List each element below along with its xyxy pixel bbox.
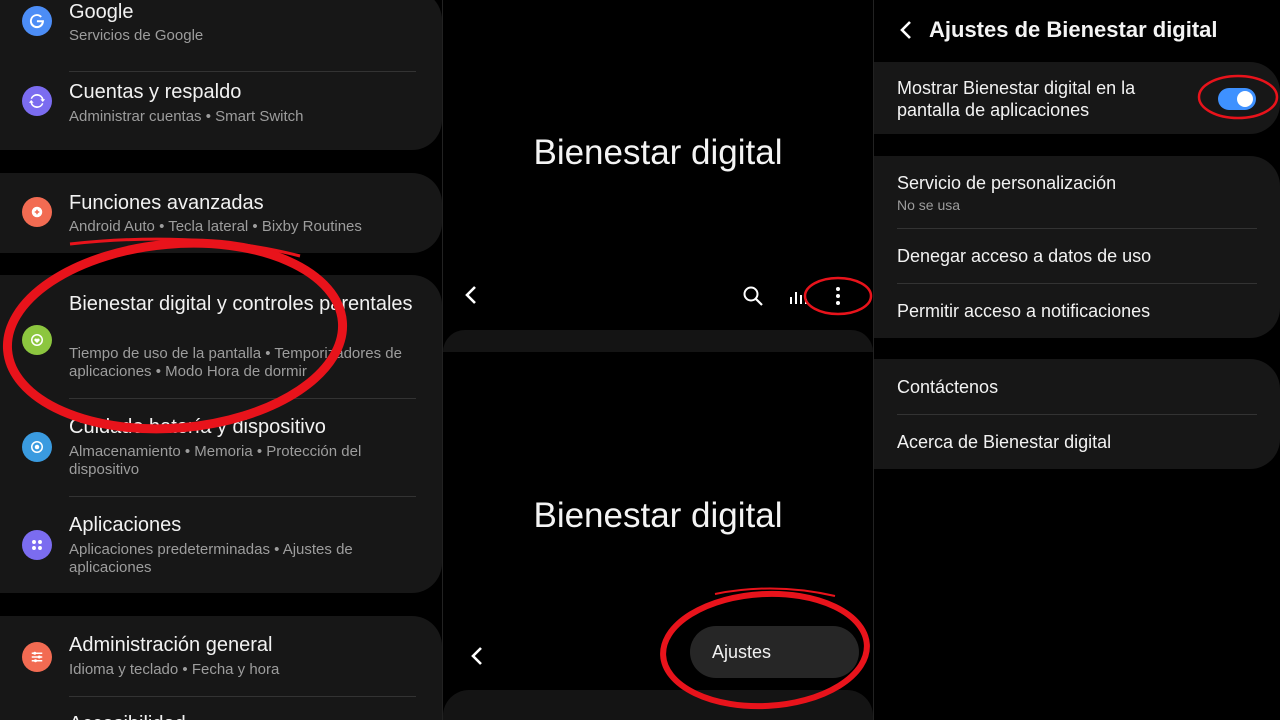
- settings-item-title: Servicio de personalización: [897, 173, 1117, 193]
- settings-item-digital-wellbeing[interactable]: Bienestar digital y controles parentales…: [0, 292, 442, 402]
- sync-icon: [22, 86, 52, 116]
- sliders-icon: [22, 642, 52, 672]
- settings-card-general: Administración general Idioma y teclado …: [0, 616, 442, 720]
- gear-plus-icon: [22, 197, 52, 227]
- settings-item-contact[interactable]: Contáctenos: [874, 376, 1280, 400]
- settings-item-general-management[interactable]: Administración general Idioma y teclado …: [0, 633, 442, 693]
- page-title: Bienestar digital: [533, 496, 783, 535]
- page-title: Bienestar digital: [533, 133, 783, 172]
- device-care-icon: [22, 432, 52, 462]
- menu-item-label: Ajustes: [712, 642, 772, 662]
- search-button[interactable]: [741, 284, 765, 308]
- page-title: Ajustes de Bienestar digital: [929, 17, 1218, 42]
- settings-item-title: Acerca de Bienestar digital: [897, 432, 1112, 452]
- settings-item-personalization[interactable]: Servicio de personalización No se usa: [874, 172, 1280, 217]
- settings-item-title: Permitir acceso a notificaciones: [897, 301, 1151, 321]
- settings-item-advanced-features[interactable]: Funciones avanzadas Android Auto • Tecla…: [0, 191, 442, 241]
- back-button[interactable]: [465, 644, 489, 668]
- settings-item-title: Funciones avanzadas: [69, 192, 264, 214]
- bar-chart-icon: [790, 292, 807, 304]
- settings-item-title: Google: [69, 1, 134, 23]
- settings-item-title: Contáctenos: [897, 377, 999, 397]
- search-icon: [743, 286, 763, 306]
- divider: [69, 496, 416, 497]
- divider: [897, 283, 1257, 284]
- more-vertical-icon: [836, 287, 840, 305]
- divider: [69, 398, 416, 399]
- back-button[interactable]: [896, 19, 916, 41]
- settings-item-title: Accesibilidad: [69, 712, 186, 720]
- wellbeing-settings-panel: Ajustes de Bienestar digital Mostrar Bie…: [874, 0, 1280, 720]
- content-card-bottom: [443, 690, 873, 720]
- settings-item-title: Administración general: [69, 634, 273, 656]
- show-in-apps-toggle[interactable]: [1218, 88, 1256, 110]
- settings-card-about: Contáctenos Acerca de Bienestar digital: [874, 359, 1280, 469]
- settings-item-accounts[interactable]: Cuentas y respaldo Administrar cuentas •…: [0, 80, 442, 146]
- settings-item-subtitle: Almacenamiento • Memoria • Protección de…: [69, 443, 362, 478]
- wellbeing-panel: Bienestar digital Bienestar digital Ajus…: [443, 0, 873, 720]
- settings-item-device-care[interactable]: Cuidado batería y dispositivo Almacenami…: [0, 415, 442, 487]
- settings-card-device: Bienestar digital y controles parentales…: [0, 275, 442, 593]
- show-in-apps-label: Mostrar Bienestar digital en la pantalla…: [897, 78, 1136, 120]
- stats-button[interactable]: [788, 286, 808, 306]
- divider: [69, 71, 416, 72]
- settings-card-accounts: Google Servicios de Google Cuentas y res…: [0, 0, 442, 150]
- settings-panel: Google Servicios de Google Cuentas y res…: [0, 0, 442, 720]
- apps-icon: [22, 530, 52, 560]
- settings-item-deny-usage-access[interactable]: Denegar acceso a datos de uso: [874, 245, 1280, 269]
- settings-item-google[interactable]: Google Servicios de Google: [0, 0, 442, 70]
- settings-item-subtitle: Administrar cuentas • Smart Switch: [69, 108, 304, 125]
- settings-item-title: Cuidado batería y dispositivo: [69, 416, 326, 438]
- wellbeing-icon: [22, 325, 52, 355]
- settings-item-subtitle: Aplicaciones predeterminadas • Ajustes d…: [69, 541, 353, 576]
- settings-item-subtitle: No se usa: [897, 197, 961, 213]
- settings-menu-item[interactable]: Ajustes: [690, 626, 859, 678]
- toggle-knob: [1237, 91, 1253, 107]
- settings-item-subtitle: Idioma y teclado • Fecha y hora: [69, 661, 280, 678]
- settings-item-subtitle: Android Auto • Tecla lateral • Bixby Rou…: [69, 218, 362, 235]
- settings-item-title: Bienestar digital y controles parentales: [69, 293, 413, 315]
- divider: [69, 696, 416, 697]
- settings-card-advanced: Funciones avanzadas Android Auto • Tecla…: [0, 173, 442, 253]
- settings-item-title: Denegar acceso a datos de uso: [897, 246, 1152, 266]
- content-card-top: [443, 330, 873, 352]
- divider: [897, 414, 1257, 415]
- divider: [897, 228, 1257, 229]
- settings-card-data-access: Servicio de personalización No se usa De…: [874, 156, 1280, 338]
- more-options-button[interactable]: [828, 284, 848, 308]
- settings-item-subtitle: Servicios de Google: [69, 27, 204, 44]
- back-button[interactable]: [459, 283, 483, 307]
- settings-item-accessibility[interactable]: Accesibilidad: [0, 712, 442, 720]
- settings-item-subtitle: Tiempo de uso de la pantalla • Temporiza…: [69, 345, 402, 380]
- settings-item-apps[interactable]: Aplicaciones Aplicaciones predeterminada…: [0, 513, 442, 585]
- settings-item-notification-access[interactable]: Permitir acceso a notificaciones: [874, 300, 1280, 324]
- settings-item-about[interactable]: Acerca de Bienestar digital: [874, 431, 1280, 455]
- settings-item-title: Aplicaciones: [69, 514, 182, 536]
- settings-item-title: Cuentas y respaldo: [69, 81, 242, 103]
- google-icon: [22, 6, 52, 36]
